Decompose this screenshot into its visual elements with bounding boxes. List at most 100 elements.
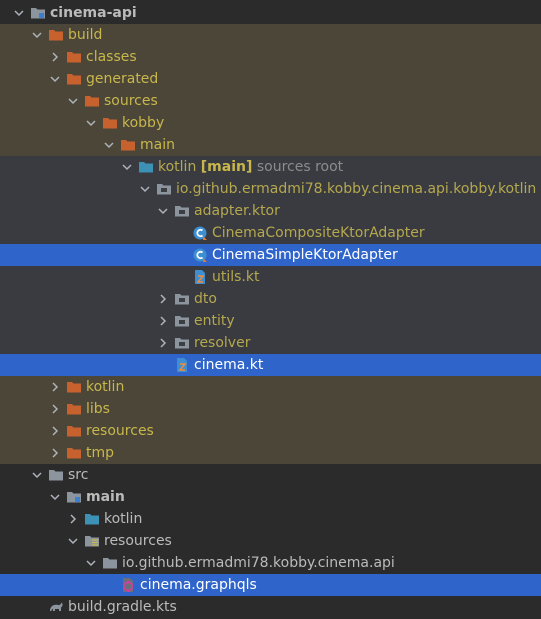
- sources-root-hint: sources root: [256, 159, 344, 175]
- resources-folder-icon: [84, 533, 100, 549]
- excluded-folder-icon: [66, 379, 82, 395]
- tree-row-libs[interactable]: libs: [0, 398, 541, 420]
- tree-label: main: [140, 137, 175, 153]
- excluded-folder-icon: [66, 423, 82, 439]
- tree-label: io.github.ermadmi78.kobby.cinema.api.kob…: [176, 181, 537, 197]
- tree-label: kobby: [122, 115, 165, 131]
- folder-icon: [48, 467, 64, 483]
- tree-label: resources: [86, 423, 154, 439]
- kotlin-file-icon: [174, 357, 190, 373]
- tree-row-entity[interactable]: entity: [0, 310, 541, 332]
- tree-label: classes: [86, 49, 137, 65]
- module-folder-icon: [66, 489, 82, 505]
- package-icon: [174, 313, 190, 329]
- tree-label: sources: [104, 93, 158, 109]
- chevron-down-icon[interactable]: [48, 486, 62, 508]
- kotlin-class-icon: [192, 247, 208, 263]
- tree-label: kotlin: [158, 159, 197, 175]
- tree-row-cinema-kt[interactable]: cinema.kt: [0, 354, 541, 376]
- chevron-down-icon[interactable]: [48, 68, 62, 90]
- tree-row-resolver[interactable]: resolver: [0, 332, 541, 354]
- graphql-file-icon: [120, 577, 136, 593]
- excluded-folder-icon: [120, 137, 136, 153]
- tree-row-resources-build[interactable]: resources: [0, 420, 541, 442]
- tree-row-resource-package[interactable]: io.github.ermadmi78.kobby.cinema.api: [0, 552, 541, 574]
- tree-label: io.github.ermadmi78.kobby.cinema.api: [122, 555, 395, 571]
- tree-row-package[interactable]: io.github.ermadmi78.kobby.cinema.api.kob…: [0, 178, 541, 200]
- tree-label: src: [68, 467, 89, 483]
- tree-row-tmp[interactable]: tmp: [0, 442, 541, 464]
- excluded-folder-icon: [66, 49, 82, 65]
- chevron-down-icon[interactable]: [138, 178, 152, 200]
- tree-label: adapter.ktor: [194, 203, 280, 219]
- gradle-icon: [48, 599, 64, 615]
- chevron-right-icon[interactable]: [48, 398, 62, 420]
- tree-label: CinemaSimpleKtorAdapter: [212, 247, 398, 263]
- tree-row-kotlin-build[interactable]: kotlin: [0, 376, 541, 398]
- tree-label: kotlin: [86, 379, 125, 395]
- chevron-right-icon[interactable]: [66, 508, 80, 530]
- tree-row-src[interactable]: src: [0, 464, 541, 486]
- chevron-down-icon[interactable]: [66, 530, 80, 552]
- chevron-down-icon[interactable]: [120, 156, 134, 178]
- chevron-right-icon[interactable]: [48, 46, 62, 68]
- kotlin-file-icon: [192, 269, 208, 285]
- chevron-right-icon[interactable]: [48, 376, 62, 398]
- kotlin-class-icon: [192, 225, 208, 241]
- tree-row-utils-kt[interactable]: utils.kt: [0, 266, 541, 288]
- tree-label: CinemaCompositeKtorAdapter: [212, 225, 425, 241]
- chevron-down-icon[interactable]: [30, 24, 44, 46]
- tree-label: build.gradle.kts: [68, 599, 177, 615]
- tree-row-generated[interactable]: generated: [0, 68, 541, 90]
- tree-row-cinema-api[interactable]: cinema-api: [0, 2, 541, 24]
- tree-row-sources[interactable]: sources: [0, 90, 541, 112]
- tree-label: kotlin: [104, 511, 143, 527]
- tree-row-resources-src[interactable]: resources: [0, 530, 541, 552]
- chevron-down-icon[interactable]: [30, 464, 44, 486]
- package-icon: [174, 203, 190, 219]
- tree-row-build-gradle[interactable]: build.gradle.kts: [0, 596, 541, 618]
- tree-label: resolver: [194, 335, 251, 351]
- tree-label: generated: [86, 71, 159, 87]
- excluded-folder-icon: [66, 71, 82, 87]
- package-icon: [174, 335, 190, 351]
- chevron-right-icon[interactable]: [156, 288, 170, 310]
- chevron-down-icon[interactable]: [102, 134, 116, 156]
- chevron-down-icon[interactable]: [12, 2, 26, 24]
- chevron-down-icon[interactable]: [84, 552, 98, 574]
- chevron-right-icon[interactable]: [48, 442, 62, 464]
- tree-label: cinema-api: [50, 5, 137, 21]
- chevron-down-icon[interactable]: [66, 90, 80, 112]
- tree-label: tmp: [86, 445, 115, 461]
- tree-row-kotlin-sources-root[interactable]: kotlin [main] sources root: [0, 156, 541, 178]
- project-tree: cinema-api build classes generated sourc…: [0, 0, 541, 619]
- tree-row-composite-adapter[interactable]: CinemaCompositeKtorAdapter: [0, 222, 541, 244]
- tree-row-main-generated[interactable]: main: [0, 134, 541, 156]
- tree-row-build[interactable]: build: [0, 24, 541, 46]
- excluded-folder-icon: [48, 27, 64, 43]
- chevron-down-icon[interactable]: [84, 112, 98, 134]
- chevron-right-icon[interactable]: [156, 332, 170, 354]
- tree-row-adapter-ktor[interactable]: adapter.ktor: [0, 200, 541, 222]
- tree-label: cinema.graphqls: [140, 577, 257, 593]
- chevron-down-icon[interactable]: [156, 200, 170, 222]
- excluded-folder-icon: [84, 93, 100, 109]
- tree-label: dto: [194, 291, 217, 307]
- tree-row-simple-adapter[interactable]: CinemaSimpleKtorAdapter: [0, 244, 541, 266]
- tree-label: libs: [86, 401, 110, 417]
- tree-row-classes[interactable]: classes: [0, 46, 541, 68]
- excluded-folder-icon: [66, 401, 82, 417]
- tree-label: main: [86, 489, 125, 505]
- tree-label: resources: [104, 533, 172, 549]
- chevron-right-icon[interactable]: [156, 310, 170, 332]
- chevron-right-icon[interactable]: [48, 420, 62, 442]
- tree-label: cinema.kt: [194, 357, 264, 373]
- folder-icon: [102, 555, 118, 571]
- tree-row-dto[interactable]: dto: [0, 288, 541, 310]
- tree-label: utils.kt: [212, 269, 260, 285]
- tree-label: entity: [194, 313, 235, 329]
- tree-row-kobby[interactable]: kobby: [0, 112, 541, 134]
- tree-row-cinema-graphqls[interactable]: cinema.graphqls: [0, 574, 541, 596]
- tree-row-main-src[interactable]: main: [0, 486, 541, 508]
- tree-row-kotlin-src[interactable]: kotlin: [0, 508, 541, 530]
